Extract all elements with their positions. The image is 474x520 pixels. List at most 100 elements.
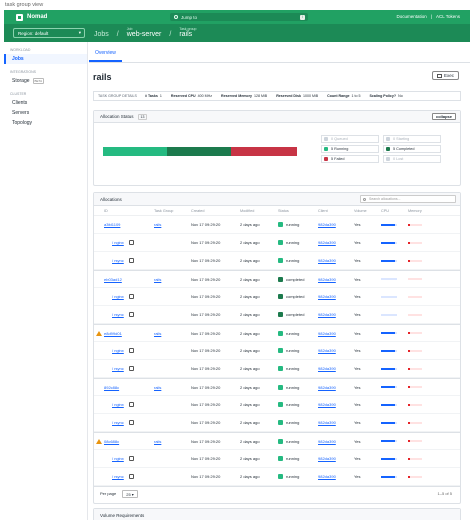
legend-item[interactable]: 0 Queued: [321, 135, 379, 143]
task-logs-icon[interactable]: [128, 474, 134, 479]
task-row[interactable]: / nginx Nov 17 09:29:20 2 days ago running 9…: [94, 234, 460, 252]
acl-tokens-link[interactable]: ACL Tokens: [436, 14, 460, 19]
client-link[interactable]: 982da390: [318, 385, 336, 390]
allocation-bar-segment[interactable]: [103, 147, 168, 156]
stat-scaling-policy: Scaling Policy? No: [370, 94, 403, 98]
task-name-link[interactable]: / nginx: [112, 402, 124, 407]
tab-overview[interactable]: Overview: [89, 46, 122, 62]
per-page-select[interactable]: 25 ▾: [122, 489, 138, 498]
breadcrumb-jobs[interactable]: Jobs: [94, 27, 109, 38]
task-name-link[interactable]: / rsync: [112, 366, 124, 371]
sidebar: Workload Jobs Integrations Storage BETA C…: [4, 42, 88, 520]
allocation-id-link[interactable]: e8d99d01: [104, 331, 122, 336]
client-link[interactable]: 982da390: [318, 474, 336, 479]
sidebar-item-topology[interactable]: Topology: [4, 118, 87, 128]
task-row[interactable]: / rsync Nov 17 09:29:20 2 days ago running 9…: [94, 414, 460, 432]
allocation-row[interactable]: 892c88c rails Nov 17 09:29:20 2 days ago run…: [94, 378, 460, 396]
sidebar-item-servers[interactable]: Servers: [4, 108, 87, 118]
task-row[interactable]: / rsync Nov 17 09:29:20 2 days ago running 9…: [94, 252, 460, 270]
breadcrumb-job[interactable]: Job web-server: [127, 27, 162, 38]
task-name-link[interactable]: / rsync: [112, 474, 124, 479]
legend-item[interactable]: 5 Completed: [383, 145, 441, 153]
client-link[interactable]: 982da390: [318, 420, 336, 425]
allocation-row[interactable]: eb03ad12 rails Nov 17 09:29:20 2 days ago co…: [94, 270, 460, 288]
task-logs-icon[interactable]: [128, 240, 134, 245]
allocations-search-input[interactable]: Search allocations...: [360, 195, 456, 203]
task-row[interactable]: / nginx Nov 17 09:29:20 2 days ago complete…: [94, 288, 460, 306]
client-link[interactable]: 982da390: [318, 240, 336, 245]
collapse-button[interactable]: collapse: [431, 113, 456, 120]
task-logs-icon[interactable]: [128, 366, 134, 371]
task-logs-icon[interactable]: [128, 456, 134, 461]
task-name-link[interactable]: / nginx: [112, 294, 124, 299]
modified-cell: 2 days ago: [240, 312, 260, 317]
task-logs-icon[interactable]: [128, 348, 134, 353]
client-link[interactable]: 982da390: [318, 348, 336, 353]
task-logs-icon[interactable]: [128, 294, 134, 299]
allocation-id-link[interactable]: 08c688c: [104, 439, 119, 444]
task-logs-icon[interactable]: [128, 312, 134, 317]
legend-item[interactable]: 5 Failed: [321, 155, 379, 163]
status-cell: running: [278, 240, 318, 245]
memory-usage-bar: [408, 457, 422, 460]
task-name-link[interactable]: / rsync: [112, 312, 124, 317]
col-created[interactable]: Created: [191, 209, 240, 213]
task-logs-icon[interactable]: [128, 420, 134, 425]
documentation-link[interactable]: Documentation: [397, 14, 427, 19]
global-search[interactable]: Jump to /: [170, 13, 308, 21]
task-group-link[interactable]: rails: [154, 331, 161, 336]
sidebar-item-storage[interactable]: Storage BETA: [4, 76, 87, 86]
exec-button[interactable]: Exec: [431, 71, 459, 80]
legend-item[interactable]: 0 Starting: [383, 135, 441, 143]
task-group-link[interactable]: rails: [154, 439, 161, 444]
allocation-id-link[interactable]: 892c88c: [104, 385, 119, 390]
task-group-link[interactable]: rails: [154, 277, 161, 282]
allocation-id-link[interactable]: eb03ad12: [104, 277, 122, 282]
allocation-bar-segment[interactable]: [167, 147, 232, 156]
client-link[interactable]: 982da390: [318, 222, 336, 227]
task-name-link[interactable]: / rsync: [112, 258, 124, 263]
client-link[interactable]: 982da390: [318, 456, 336, 461]
client-link[interactable]: 982da390: [318, 366, 336, 371]
client-link[interactable]: 982da390: [318, 402, 336, 407]
task-row[interactable]: / rsync Nov 17 09:29:20 2 days ago running 9…: [94, 468, 460, 486]
client-link[interactable]: 982da390: [318, 331, 336, 336]
breadcrumb-task-group[interactable]: Task group rails: [179, 27, 196, 38]
col-modified[interactable]: Modified: [240, 209, 278, 213]
allocation-id-link[interactable]: a3fd1109: [104, 222, 120, 227]
task-name-link[interactable]: / nginx: [112, 240, 124, 245]
legend-item[interactable]: 0 Lost: [383, 155, 441, 163]
task-row[interactable]: / rsync Nov 17 09:29:20 2 days ago complete…: [94, 306, 460, 324]
sidebar-item-jobs[interactable]: Jobs: [4, 54, 87, 64]
region-select[interactable]: Region: default ▾: [13, 28, 85, 38]
volume-cell: Yes: [354, 474, 361, 479]
col-task-group[interactable]: Task Group: [154, 209, 191, 213]
sidebar-item-clients[interactable]: Clients: [4, 98, 87, 108]
task-row[interactable]: / nginx Nov 17 09:29:20 2 days ago running 9…: [94, 396, 460, 414]
task-logs-icon[interactable]: [128, 258, 134, 263]
allocation-row[interactable]: e8d99d01 rails Nov 17 09:29:20 2 days ago ru…: [94, 324, 460, 342]
allocation-bar-segment[interactable]: [231, 147, 297, 156]
task-group-link[interactable]: rails: [154, 385, 161, 390]
allocation-row[interactable]: a3fd1109 rails Nov 17 09:29:20 2 days ago ru…: [94, 216, 460, 234]
memory-usage-fill: [408, 475, 410, 478]
col-id[interactable]: ID: [104, 209, 154, 213]
col-status[interactable]: Status: [278, 209, 318, 213]
task-row[interactable]: / nginx Nov 17 09:29:20 2 days ago running 9…: [94, 450, 460, 468]
task-logs-icon[interactable]: [128, 402, 134, 407]
task-row[interactable]: / rsync Nov 17 09:29:20 2 days ago running 9…: [94, 360, 460, 378]
col-client[interactable]: Client: [318, 209, 354, 213]
task-name-link[interactable]: / nginx: [112, 456, 124, 461]
client-link[interactable]: 982da390: [318, 258, 336, 263]
client-link[interactable]: 982da390: [318, 277, 336, 282]
task-row[interactable]: / nginx Nov 17 09:29:20 2 days ago running 9…: [94, 342, 460, 360]
task-name-link[interactable]: / nginx: [112, 348, 124, 353]
legend-item[interactable]: 5 Running: [321, 145, 379, 153]
client-link[interactable]: 982da390: [318, 294, 336, 299]
allocation-row[interactable]: 08c688c rails Nov 17 09:29:20 2 days ago run…: [94, 432, 460, 450]
client-link[interactable]: 982da390: [318, 312, 336, 317]
task-group-link[interactable]: rails: [154, 222, 161, 227]
client-link[interactable]: 982da390: [318, 439, 336, 444]
task-name-link[interactable]: / rsync: [112, 420, 124, 425]
brand[interactable]: Nomad: [16, 13, 47, 21]
